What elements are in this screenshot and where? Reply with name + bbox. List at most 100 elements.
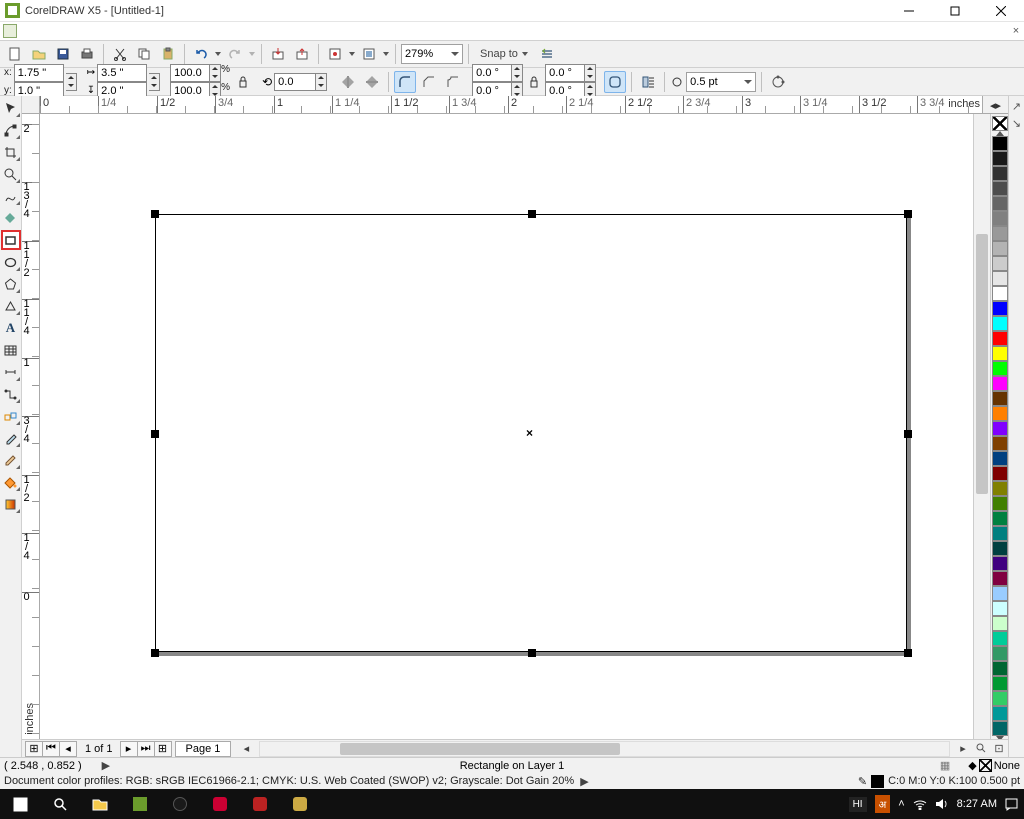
publish-pdf-button[interactable]	[324, 43, 346, 65]
start-button[interactable]	[0, 789, 40, 819]
corner-tl-spin[interactable]	[512, 64, 523, 82]
horizontal-ruler[interactable]: inches ◂▸ 01/211 1/222 1/233 1/21/43/41 …	[22, 96, 1008, 114]
h-scroll-thumb[interactable]	[340, 743, 620, 755]
fill-swatch[interactable]: ◆ None	[968, 759, 1020, 772]
page-tab-1[interactable]: Page 1	[175, 741, 232, 757]
handle-mr[interactable]	[904, 430, 912, 438]
handle-br[interactable]	[904, 649, 912, 657]
pick-tool[interactable]	[1, 98, 21, 118]
color-swatch[interactable]	[992, 166, 1008, 181]
round-corner-button[interactable]	[394, 71, 416, 93]
zoom-page-button[interactable]	[972, 741, 990, 757]
outline-pen-tool[interactable]	[1, 450, 21, 470]
convert-to-curves-button[interactable]	[767, 71, 789, 93]
snap-to-dropdown[interactable]: Snap to	[474, 44, 534, 64]
scale-x-spin[interactable]	[210, 64, 221, 82]
handle-ml[interactable]	[151, 430, 159, 438]
zoom-level-select[interactable]: 279%	[401, 44, 463, 64]
color-swatch[interactable]	[992, 706, 1008, 721]
handle-bm[interactable]	[528, 649, 536, 657]
color-swatch[interactable]	[992, 481, 1008, 496]
publish-dropdown-icon[interactable]	[348, 52, 356, 56]
expand-docker-2[interactable]: ↘	[1012, 117, 1021, 130]
color-swatch[interactable]	[992, 211, 1008, 226]
app-launcher-button[interactable]	[358, 43, 380, 65]
ruler-origin[interactable]	[22, 96, 40, 114]
color-swatch[interactable]	[992, 721, 1008, 736]
import-button[interactable]	[267, 43, 289, 65]
handle-tl[interactable]	[151, 210, 159, 218]
mirror-horizontal-button[interactable]	[337, 71, 359, 93]
expand-docker-1[interactable]: ↗	[1012, 100, 1021, 113]
color-swatch[interactable]	[992, 241, 1008, 256]
polygon-tool[interactable]	[1, 274, 21, 294]
copy-button[interactable]	[133, 43, 155, 65]
color-swatch[interactable]	[992, 631, 1008, 646]
color-swatch[interactable]	[992, 151, 1008, 166]
color-swatch[interactable]	[992, 376, 1008, 391]
freehand-tool[interactable]	[1, 186, 21, 206]
color-swatch[interactable]	[992, 346, 1008, 361]
color-swatch[interactable]	[992, 361, 1008, 376]
ruler-extend-buttons[interactable]: ◂▸	[982, 96, 1008, 114]
x-position-input[interactable]: 1.75 "	[14, 64, 64, 82]
outline-width-select[interactable]: 0.5 pt	[686, 72, 756, 92]
text-wrap-button[interactable]	[637, 71, 659, 93]
fill-tool[interactable]	[1, 472, 21, 492]
volume-icon[interactable]	[935, 798, 949, 810]
rectangle-tool[interactable]	[1, 230, 21, 250]
page-prev[interactable]: ◂	[59, 741, 77, 757]
handle-tm[interactable]	[528, 210, 536, 218]
corner-tr-spin[interactable]	[585, 64, 596, 82]
color-swatch[interactable]	[992, 526, 1008, 541]
color-swatch[interactable]	[992, 586, 1008, 601]
handle-tr[interactable]	[904, 210, 912, 218]
wh-spin[interactable]	[149, 73, 160, 91]
app-taskbar-icon-2[interactable]	[200, 789, 240, 819]
undo-dropdown-icon[interactable]	[214, 52, 222, 56]
color-swatch[interactable]	[992, 271, 1008, 286]
lock-ratio-button[interactable]	[234, 73, 252, 91]
color-swatch[interactable]	[992, 511, 1008, 526]
page-last[interactable]: ⏭	[137, 741, 155, 757]
vertical-scrollbar[interactable]	[973, 114, 990, 739]
page-plus-start[interactable]: ⊞	[25, 741, 43, 757]
undo-button[interactable]	[190, 43, 212, 65]
coreldraw-taskbar-icon[interactable]	[120, 789, 160, 819]
color-swatch[interactable]	[992, 406, 1008, 421]
page-next[interactable]: ▸	[120, 741, 138, 757]
save-button[interactable]	[52, 43, 74, 65]
color-swatch[interactable]	[992, 541, 1008, 556]
relative-corner-button[interactable]	[604, 71, 626, 93]
color-swatch[interactable]	[992, 466, 1008, 481]
close-button[interactable]	[978, 0, 1024, 22]
scallop-corner-button[interactable]	[418, 71, 440, 93]
tray-chevron-icon[interactable]: ˄	[898, 798, 904, 810]
shape-tool[interactable]	[1, 120, 21, 140]
zoom-tool[interactable]	[1, 164, 21, 184]
color-swatch[interactable]	[992, 646, 1008, 661]
color-swatch[interactable]	[992, 451, 1008, 466]
lang-indicator-2[interactable]: अ	[875, 795, 891, 813]
hscroll-right[interactable]: ▸	[954, 741, 972, 757]
v-scroll-thumb[interactable]	[976, 234, 988, 494]
view-navigator-button[interactable]: ⊡	[990, 741, 1008, 757]
color-swatch[interactable]	[992, 571, 1008, 586]
connector-tool[interactable]	[1, 384, 21, 404]
handle-bl[interactable]	[151, 649, 159, 657]
document-icon[interactable]	[3, 24, 17, 38]
redo-button[interactable]	[224, 43, 246, 65]
color-swatch[interactable]	[992, 421, 1008, 436]
export-button[interactable]	[291, 43, 313, 65]
color-swatch[interactable]	[992, 436, 1008, 451]
explorer-taskbar-icon[interactable]	[80, 789, 120, 819]
minimize-button[interactable]	[886, 0, 932, 22]
lang-indicator-1[interactable]: HI	[849, 797, 867, 812]
color-swatch[interactable]	[992, 196, 1008, 211]
page-first[interactable]: ⏮	[42, 741, 60, 757]
angle-spin[interactable]	[316, 73, 327, 91]
eyedropper-tool[interactable]	[1, 428, 21, 448]
search-button[interactable]	[40, 789, 80, 819]
drawing-canvas[interactable]: ×	[40, 114, 973, 739]
new-button[interactable]	[4, 43, 26, 65]
